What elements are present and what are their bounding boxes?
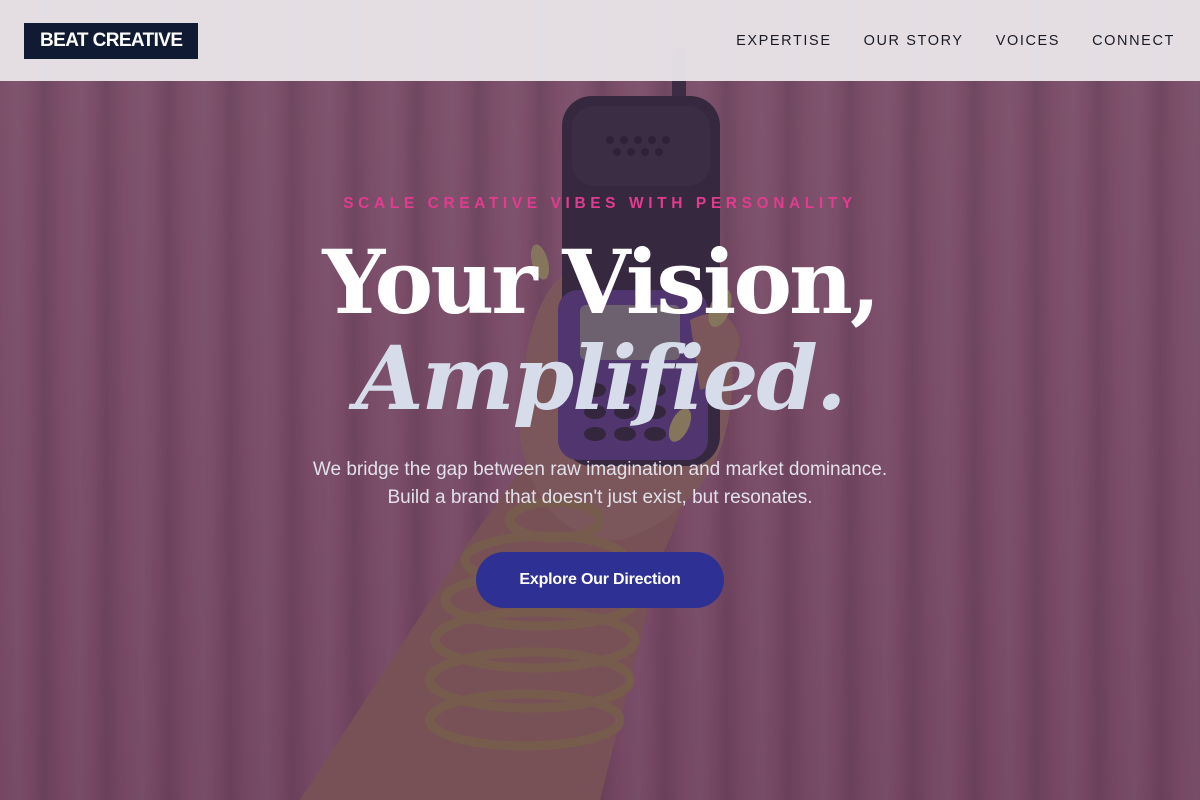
hero-subtext-line1: We bridge the gap between raw imaginatio… [312, 459, 888, 480]
hero-headline-line1: Your Vision, [322, 230, 880, 334]
nav-link-expertise[interactable]: EXPERTISE [736, 33, 832, 49]
explore-direction-button[interactable]: Explore Our Direction [476, 552, 724, 608]
hero-subtext-line2: Build a brand that doesn't just exist, b… [387, 487, 813, 508]
hero-section: SCALE CREATIVE VIBES WITH PERSONALITY Yo… [0, 0, 1200, 800]
top-nav: BEAT CREATIVE EXPERTISE OUR STORY VOICES… [0, 0, 1200, 81]
nav-link-voices[interactable]: VOICES [996, 33, 1060, 49]
page: BEAT CREATIVE EXPERTISE OUR STORY VOICES… [0, 0, 1200, 800]
hero-eyebrow: SCALE CREATIVE VIBES WITH PERSONALITY [343, 195, 857, 212]
nav-link-connect[interactable]: CONNECT [1092, 33, 1175, 49]
hero-headline-line2: Amplified. [355, 326, 846, 430]
hero-subtext: We bridge the gap between raw imaginatio… [0, 456, 1200, 512]
nav-links: EXPERTISE OUR STORY VOICES CONNECT [736, 33, 1175, 49]
logo[interactable]: BEAT CREATIVE [24, 22, 199, 59]
nav-link-our-story[interactable]: OUR STORY [864, 33, 964, 49]
